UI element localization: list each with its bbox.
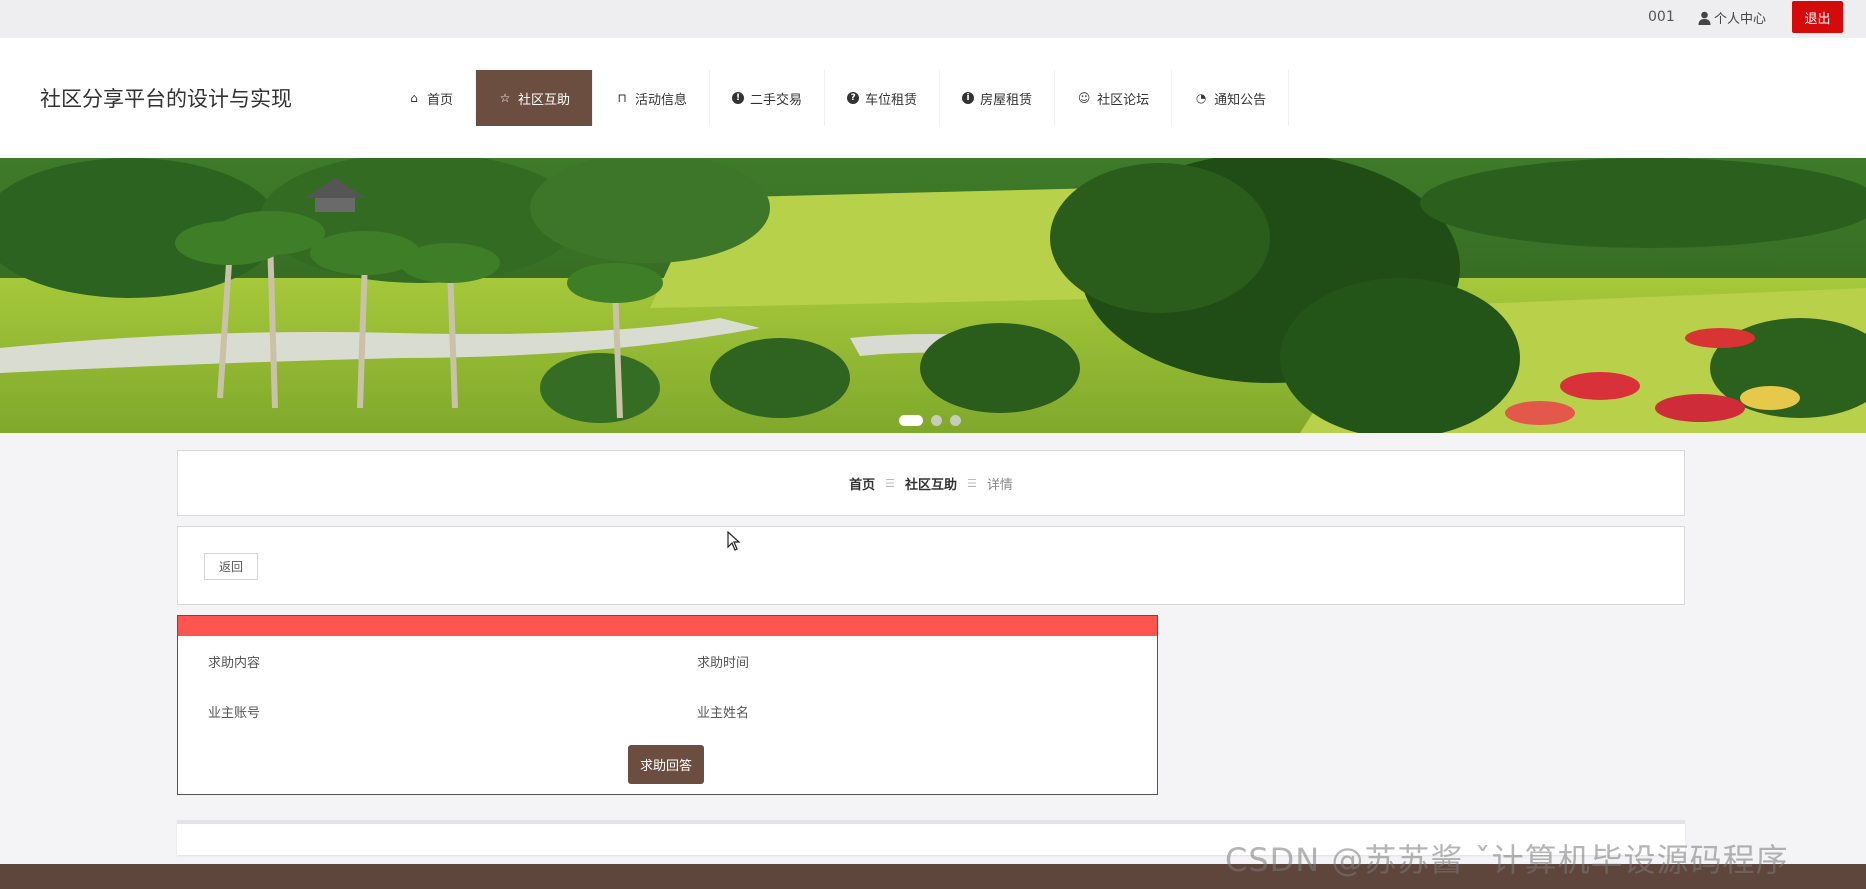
question-circle-icon: ? [847,92,860,104]
personal-center-label: 个人中心 [1714,12,1767,27]
breadcrumb-current: 详情 [986,477,1013,493]
back-button[interactable]: 返回 [204,553,258,580]
nav-house-rental[interactable]: i 房屋租赁 [940,70,1056,126]
breadcrumb-home[interactable]: 首页 [849,474,875,493]
site-title: 社区分享平台的设计与实现 [40,87,292,111]
info-circle-icon: i [962,92,975,104]
logout-button[interactable]: 退出 [1792,1,1843,33]
help-content-label: 求助内容 [208,656,261,671]
breadcrumb-separator: ☰ [885,476,895,490]
exclamation-circle-icon: ! [732,92,745,104]
nav-label: 房屋租赁 [980,92,1033,108]
home-icon: ⌂ [410,91,418,105]
nav-label: 社区互助 [518,92,571,108]
nav-label: 社区论坛 [1097,92,1150,108]
nav-notices[interactable]: ◔ 通知公告 [1172,70,1290,126]
personal-center-link[interactable]: 个人中心 [1698,8,1766,27]
watermark: CSDN @苏苏酱 ˇ计算机毕设源码程序 [1225,841,1789,879]
nav-label: 通知公告 [1214,92,1267,108]
owner-account-label: 业主账号 [208,706,261,721]
detail-header-strip [178,616,1157,636]
breadcrumb-section[interactable]: 社区互助 [905,474,957,493]
nav-second-hand[interactable]: ! 二手交易 [710,70,826,126]
nav-community-help[interactable]: ☆ 社区互助 [476,70,594,126]
main-nav: ⌂ 首页 ☆ 社区互助 ⊓ 活动信息 ! 二手交易 ? 车位租赁 i 房屋租赁 … [385,70,1290,126]
nav-forum[interactable]: ☺ 社区论坛 [1055,70,1173,126]
star-icon: ☆ [499,91,511,105]
carousel-dot-2[interactable] [931,415,942,426]
carousel-dot-3[interactable] [950,415,961,426]
owner-name-label: 业主姓名 [697,706,750,721]
nav-home[interactable]: ⌂ 首页 [385,70,477,126]
nav-activity-info[interactable]: ⊓ 活动信息 [593,70,711,126]
nav-label: 二手交易 [750,92,803,108]
breadcrumb: 首页 ☰ 社区互助 ☰ 详情 [177,450,1685,516]
nav-label: 活动信息 [635,92,688,108]
help-detail-card: 求助内容 求助时间 业主账号 业主姓名 求助回答 [177,615,1158,795]
bag-icon: ⊓ [617,91,627,105]
breadcrumb-separator: ☰ [967,476,977,490]
carousel-dot-1[interactable] [899,415,923,426]
banner-image [0,158,1866,433]
top-utility-bar: 001 个人中心 退出 [0,0,1866,38]
nav-label: 车位租赁 [865,92,918,108]
mouse-cursor-icon [727,531,741,551]
user-icon [1698,11,1711,25]
banner-carousel[interactable] [0,158,1866,433]
carousel-indicators [899,415,961,426]
nav-label: 首页 [427,92,454,108]
help-time-label: 求助时间 [697,656,750,671]
action-bar: 返回 [177,526,1685,605]
smile-icon: ☺ [1077,91,1091,105]
help-answer-button[interactable]: 求助回答 [628,745,704,784]
user-id: 001 [1648,9,1675,25]
nav-parking-rental[interactable]: ? 车位租赁 [825,70,941,126]
clock-icon: ◔ [1195,91,1207,105]
site-header: 社区分享平台的设计与实现 ⌂ 首页 ☆ 社区互助 ⊓ 活动信息 ! 二手交易 ?… [0,38,1866,158]
